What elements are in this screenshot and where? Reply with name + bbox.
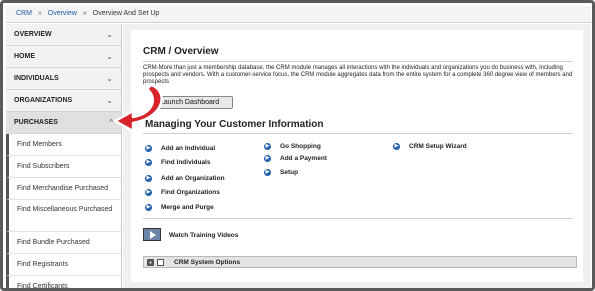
page-description: CRM-More than just a membership database… [143, 65, 573, 85]
app-frame: CRM » Overview » Overview And Set Up OVE… [0, 0, 595, 291]
circle-arrow-icon: ▶ [264, 155, 271, 162]
crm-system-options-bar[interactable]: ▼ CRM System Options [143, 256, 577, 268]
sidebar-item-find-merchandise[interactable]: Find Merchandise Purchased [6, 178, 121, 200]
main-panel: CRM / Overview CRM-More than just a memb… [123, 24, 591, 288]
link-label: Add a Payment [280, 155, 327, 162]
circle-arrow-icon: ▶ [145, 189, 152, 196]
options-label: CRM System Options [174, 259, 241, 266]
circle-arrow-icon: ▶ [393, 143, 400, 150]
sidebar: OVERVIEW ⌄ HOME ⌄ INDIVIDUALS ⌄ ORGANIZA… [6, 24, 122, 288]
sidebar-section-label: OVERVIEW [14, 31, 52, 38]
breadcrumb-separator: » [82, 10, 87, 17]
curved-arrow-icon [113, 83, 163, 133]
watch-training-videos-link[interactable]: Watch Training Videos [169, 232, 238, 239]
circle-arrow-icon: ▶ [145, 159, 152, 166]
breadcrumb: CRM » Overview » Overview And Set Up [6, 6, 591, 23]
circle-arrow-icon: ▶ [145, 145, 152, 152]
divider [143, 218, 573, 219]
content-area: CRM / Overview CRM-More than just a memb… [131, 30, 583, 282]
link-label: CRM Setup Wizard [409, 143, 467, 150]
sidebar-section-purchases[interactable]: PURCHASES ^ [6, 112, 121, 134]
link-label: Find Organizations [161, 189, 220, 196]
page-title: CRM / Overview [143, 46, 219, 57]
breadcrumb-current: Overview And Set Up [92, 10, 160, 17]
sidebar-item-find-registrants[interactable]: Find Registrants [6, 254, 121, 276]
sidebar-item-find-members[interactable]: Find Members [6, 134, 121, 156]
divider [143, 133, 573, 134]
sidebar-section-home[interactable]: HOME ⌄ [6, 46, 121, 68]
link-label: Merge and Purge [161, 204, 214, 211]
sidebar-section-organizations[interactable]: ORGANIZATIONS ⌄ [6, 90, 121, 112]
circle-arrow-icon: ▶ [145, 204, 152, 211]
sidebar-item-find-miscellaneous[interactable]: Find Miscellaneous Purchased [6, 200, 121, 232]
sidebar-section-label: ORGANIZATIONS [14, 97, 73, 104]
breadcrumb-crm[interactable]: CRM [16, 10, 32, 17]
expand-arrow-icon[interactable]: ▼ [147, 259, 154, 266]
circle-arrow-icon: ▶ [264, 143, 271, 150]
sidebar-section-label: PURCHASES [14, 119, 58, 126]
sidebar-section-label: HOME [14, 53, 35, 60]
sidebar-item-find-certificants[interactable]: Find Certificants [6, 276, 121, 288]
sidebar-section-overview[interactable]: OVERVIEW ⌄ [6, 24, 121, 46]
sidebar-item-find-bundle[interactable]: Find Bundle Purchased [6, 232, 121, 254]
link-label: Setup [280, 169, 299, 176]
video-icon[interactable] [143, 228, 161, 241]
sidebar-section-label: INDIVIDUALS [14, 75, 59, 82]
chevron-down-icon: ⌄ [106, 30, 113, 39]
chevron-down-icon: ⌄ [106, 52, 113, 61]
link-label: Go Shopping [280, 143, 321, 150]
circle-arrow-icon: ▶ [264, 169, 271, 176]
link-label: Find Individuals [161, 159, 211, 166]
breadcrumb-separator: » [37, 10, 42, 17]
breadcrumb-overview[interactable]: Overview [48, 10, 77, 17]
sidebar-item-find-subscribers[interactable]: Find Subscribers [6, 156, 121, 178]
sidebar-section-individuals[interactable]: INDIVIDUALS ⌄ [6, 68, 121, 90]
section-title: Managing Your Customer Information [145, 119, 324, 130]
divider [143, 61, 573, 62]
link-label: Add an Organization [161, 175, 225, 182]
panel-icon [157, 259, 164, 266]
link-label: Add an Individual [161, 145, 216, 152]
circle-arrow-icon: ▶ [145, 175, 152, 182]
